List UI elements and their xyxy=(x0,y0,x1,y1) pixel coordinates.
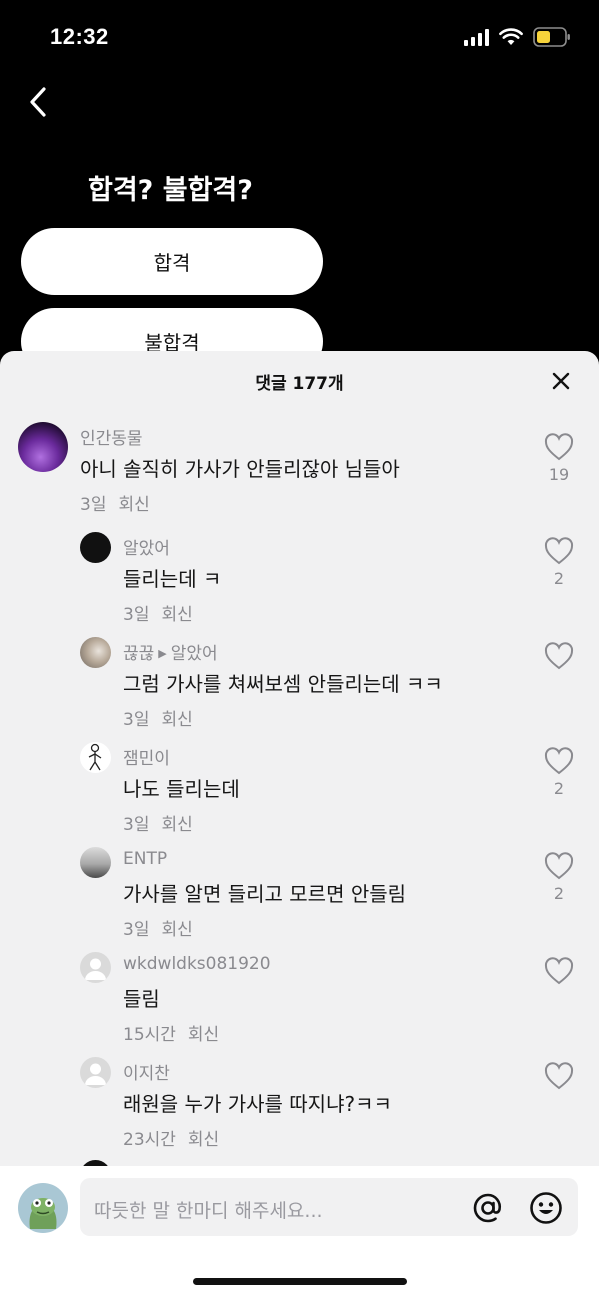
reply-button[interactable]: 회신 xyxy=(161,815,192,835)
stick-figure-icon xyxy=(88,743,102,771)
like-count: 19 xyxy=(548,465,570,484)
emoji-button[interactable] xyxy=(528,1190,564,1226)
wifi-icon xyxy=(499,28,523,45)
reply-item: 이지찬 래원을 누가 가사를 따지냐?ㅋㅋ 23시간 회신 xyxy=(0,1056,599,1156)
like-button[interactable]: 2 xyxy=(541,747,577,798)
comment-meta: 3일 회신 xyxy=(123,810,193,835)
heart-outline-icon xyxy=(544,537,574,565)
comment-text: 가사를 알면 들리고 모르면 안들림 xyxy=(123,882,407,906)
frog-avatar-icon xyxy=(29,1198,57,1229)
reply-item: 잼민이 나도 들리는데 3일 회신 2 xyxy=(0,741,599,841)
like-count: 2 xyxy=(553,569,565,588)
avatar[interactable] xyxy=(80,637,111,668)
comment-text: 래원을 누가 가사를 따지냐?ㅋㅋ xyxy=(123,1092,392,1116)
reply-item: 알았어 들리는데 ㅋ 3일 회신 2 xyxy=(0,531,599,631)
like-button[interactable] xyxy=(541,957,577,989)
reply-button[interactable]: 회신 xyxy=(161,605,192,625)
like-count: 2 xyxy=(553,884,565,903)
status-bar: 12:32 xyxy=(0,0,599,70)
heart-outline-icon xyxy=(544,642,574,670)
chevron-left-icon xyxy=(30,87,46,117)
default-avatar-icon[interactable] xyxy=(80,952,111,983)
reply-button[interactable]: 회신 xyxy=(118,495,149,515)
my-avatar[interactable] xyxy=(18,1183,68,1233)
like-button[interactable]: 19 xyxy=(541,433,577,484)
like-button[interactable] xyxy=(541,642,577,674)
avatar[interactable] xyxy=(18,422,68,472)
heart-outline-icon xyxy=(544,852,574,880)
reply-item: ENTP 가사를 알면 들리고 모르면 안들림 3일 회신 2 xyxy=(0,846,599,946)
comment-meta: 23시간 회신 xyxy=(123,1125,219,1150)
avatar[interactable] xyxy=(80,847,111,878)
comment-username[interactable]: 이지찬 xyxy=(123,1059,170,1084)
reply-button[interactable]: 회신 xyxy=(188,1130,219,1150)
battery-icon xyxy=(533,27,570,47)
question-title: 합격? 불합격? xyxy=(88,175,253,206)
cellular-signal-icon xyxy=(464,28,489,46)
option-pass-button[interactable]: 합격 xyxy=(21,228,323,295)
close-button[interactable] xyxy=(549,369,573,393)
reply-button[interactable]: 회신 xyxy=(188,1025,219,1045)
comment-username-text: 끊끊 xyxy=(123,644,155,664)
reply-item: 끊끊 ▶ 알았어 그럼 가사를 쳐써보셈 안들리는데 ㅋㅋ 3일 회신 xyxy=(0,636,599,736)
comment-time: 15시간 xyxy=(123,1025,176,1045)
comment-time: 3일 xyxy=(123,605,150,625)
comment-meta: 3일 회신 xyxy=(123,705,193,730)
comment-input[interactable]: 따듯한 말 한마디 해주세요... xyxy=(80,1178,578,1236)
like-button[interactable] xyxy=(541,1062,577,1094)
reply-item: wkdwldks081920 들림 15시간 회신 xyxy=(0,951,599,1051)
comment-username[interactable]: 잼민이 xyxy=(123,744,170,769)
like-button[interactable]: 2 xyxy=(541,852,577,903)
comment-input-placeholder: 따듯한 말 한마디 해주세요... xyxy=(94,1200,323,1222)
close-icon xyxy=(552,372,570,390)
status-time: 12:32 xyxy=(50,24,109,49)
heart-outline-icon xyxy=(544,433,574,461)
comment-time: 23시간 xyxy=(123,1130,176,1150)
home-indicator xyxy=(193,1278,407,1285)
comment-text: 그럼 가사를 쳐써보셈 안들리는데 ㅋㅋ xyxy=(123,672,443,696)
avatar[interactable] xyxy=(80,742,111,773)
comments-list[interactable]: 인간동물 아니 솔직히 가사가 안들리잖아 님들아 3일 회신 19 알았어 들리… xyxy=(0,411,599,1166)
default-avatar-icon[interactable] xyxy=(80,1057,111,1088)
heart-outline-icon xyxy=(544,957,574,985)
comment-username[interactable]: ENTP xyxy=(123,849,167,869)
comment-text: 아니 솔직히 가사가 안들리잖아 님들아 xyxy=(80,457,400,481)
comment-username[interactable]: wkdwldks081920 xyxy=(123,954,271,974)
comment-text: 나도 들리는데 xyxy=(123,777,240,801)
reply-to-username[interactable]: 알았어 xyxy=(171,644,218,664)
at-sign-icon xyxy=(473,1193,502,1223)
comment-text: 들리는데 ㅋ xyxy=(123,567,222,591)
comment-item: 인간동물 아니 솔직히 가사가 안들리잖아 님들아 3일 회신 19 xyxy=(0,421,599,521)
comment-time: 3일 xyxy=(123,710,150,730)
mention-button[interactable] xyxy=(470,1190,506,1226)
comment-input-bar: 따듯한 말 한마디 해주세요... xyxy=(0,1166,599,1298)
reply-button[interactable]: 회신 xyxy=(161,710,192,730)
comment-time: 3일 xyxy=(80,495,107,515)
heart-outline-icon xyxy=(544,747,574,775)
comments-sheet: 댓글 177개 인간동물 아니 솔직히 가사가 안들리잖아 님들아 3일 회신 1… xyxy=(0,351,599,1298)
comment-meta: 15시간 회신 xyxy=(123,1020,219,1045)
heart-outline-icon xyxy=(544,1062,574,1090)
comment-text: 들림 xyxy=(123,987,160,1011)
person-silhouette-icon xyxy=(85,1063,106,1085)
comment-meta: 3일 회신 xyxy=(123,915,193,940)
comment-meta: 3일 회신 xyxy=(123,600,193,625)
sheet-title: 댓글 177개 xyxy=(255,374,344,394)
avatar[interactable] xyxy=(80,532,111,563)
comment-meta: 3일 회신 xyxy=(80,490,150,515)
like-button[interactable]: 2 xyxy=(541,537,577,588)
comment-username[interactable]: 알았어 xyxy=(123,534,170,559)
comment-username[interactable]: 인간동물 xyxy=(80,424,143,449)
status-icons xyxy=(464,27,571,47)
person-silhouette-icon xyxy=(85,958,106,980)
comment-time: 3일 xyxy=(123,815,150,835)
reply-button[interactable]: 회신 xyxy=(161,920,192,940)
smiley-icon xyxy=(530,1192,562,1224)
back-button[interactable] xyxy=(22,84,58,120)
sheet-header: 댓글 177개 xyxy=(0,351,599,411)
comment-username[interactable]: 끊끊 ▶ 알았어 xyxy=(123,639,218,664)
reply-arrow-icon: ▶ xyxy=(158,647,167,660)
like-count: 2 xyxy=(553,779,565,798)
comment-time: 3일 xyxy=(123,920,150,940)
